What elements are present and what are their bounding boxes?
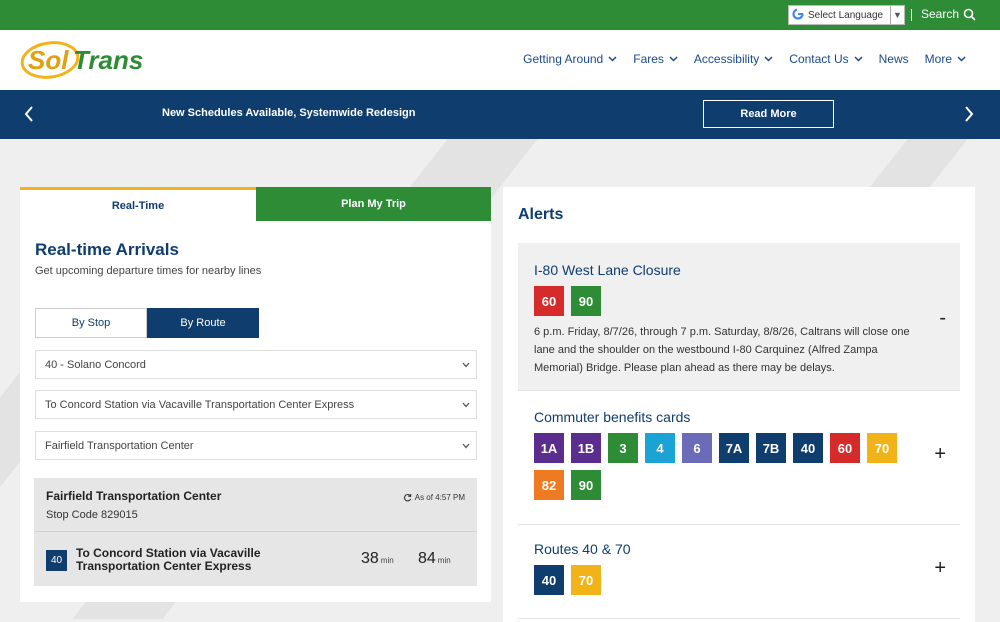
main-nav: Getting Around Fares Accessibility Conta… (523, 52, 966, 66)
search-icon (963, 8, 976, 21)
expand-toggle[interactable]: + (934, 557, 946, 580)
route-badge-1b[interactable]: 1B (571, 433, 601, 463)
route-badge-7b[interactable]: 7B (756, 433, 786, 463)
google-icon (789, 7, 807, 23)
language-select[interactable]: Select Language ▼ (788, 5, 905, 25)
route-destination: To Concord Station via Vacaville Transpo… (76, 546, 261, 573)
chevron-down-icon (957, 56, 966, 62)
tab-real-time[interactable]: Real-Time (20, 187, 256, 221)
chevron-down-icon (462, 443, 470, 449)
stop-name: Fairfield Transportation Center (46, 489, 222, 503)
alert-title[interactable]: I-80 West Lane Closure (534, 262, 681, 278)
section-subtitle: Get upcoming departure times for nearby … (35, 265, 262, 277)
announcement-banner: New Schedules Available, Systemwide Rede… (0, 90, 1000, 139)
route-badge-40[interactable]: 40 (534, 565, 564, 595)
chevron-right-icon[interactable] (962, 104, 976, 124)
chevron-down-icon (854, 56, 863, 62)
refresh-timestamp[interactable]: As of 4:57 PM (403, 493, 465, 502)
by-stop-button[interactable]: By Stop (35, 308, 147, 338)
nav-news[interactable]: News (879, 52, 909, 66)
chevron-down-icon (462, 362, 470, 368)
route-badge-70[interactable]: 70 (571, 565, 601, 595)
dropdown-arrow-icon: ▼ (890, 6, 904, 24)
alert-item[interactable]: Commuter benefits cards 1A 1B 3 4 6 7A 7B 40 60 7… (518, 391, 960, 525)
alert-item[interactable]: I-80 West Lane Closure 60 90 6 p.m. Frida… (518, 243, 960, 391)
route-badge-1a[interactable]: 1A (534, 433, 564, 463)
route-badge-40[interactable]: 40 (793, 433, 823, 463)
utility-bar: Select Language ▼ Search (0, 0, 1000, 30)
trip-planner-card: Real-Time Plan My Trip Real-time Arrival… (20, 187, 491, 602)
soltrans-logo[interactable]: Sol Trans (20, 38, 145, 82)
chevron-left-icon[interactable] (22, 104, 36, 124)
expand-toggle[interactable]: + (934, 443, 946, 466)
logo-sol: Sol (28, 45, 69, 75)
route-badge-6[interactable]: 6 (682, 433, 712, 463)
search-label: Search (921, 7, 960, 21)
alert-item[interactable]: Routes 40 & 70 40 70 + (518, 525, 960, 619)
logo-trans: Trans (73, 45, 143, 75)
nav-fares[interactable]: Fares (633, 52, 678, 66)
alerts-card: Alerts I-80 West Lane Closure 60 90 6 p.m… (503, 187, 975, 622)
arrival-results: Fairfield Transportation Center Stop Cod… (34, 478, 477, 586)
tab-plan-my-trip[interactable]: Plan My Trip (256, 187, 491, 221)
nav-more[interactable]: More (925, 52, 966, 66)
refresh-icon (403, 493, 412, 502)
site-header: Sol Trans Getting Around Fares Accessibi… (0, 30, 1000, 90)
route-badge-90[interactable]: 90 (571, 470, 601, 500)
language-label: Select Language (808, 9, 884, 21)
route-select[interactable]: 40 - Solano Concord (35, 350, 477, 379)
chevron-down-icon (462, 402, 470, 408)
route-badge-70[interactable]: 70 (867, 433, 897, 463)
divider (34, 531, 477, 532)
by-route-button[interactable]: By Route (147, 308, 259, 338)
direction-select[interactable]: To Concord Station via Vacaville Transpo… (35, 390, 477, 419)
search-button[interactable]: Search (921, 7, 976, 21)
route-badge-3[interactable]: 3 (608, 433, 638, 463)
route-badge-90[interactable]: 90 (571, 286, 601, 316)
alert-route-badges: 1A 1B 3 4 6 7A 7B 40 60 70 82 90 (534, 433, 904, 500)
collapse-toggle[interactable]: - (939, 307, 946, 330)
stop-select[interactable]: Fairfield Transportation Center (35, 431, 477, 460)
alert-description: 6 p.m. Friday, 8/7/26, through 7 p.m. Sa… (534, 326, 910, 374)
route-badge-60[interactable]: 60 (534, 286, 564, 316)
chevron-down-icon (669, 56, 678, 62)
nav-getting-around[interactable]: Getting Around (523, 52, 617, 66)
nav-contact-us[interactable]: Contact Us (789, 52, 863, 66)
lookup-mode-toggle: By Stop By Route (35, 308, 259, 338)
divider (911, 9, 912, 21)
alert-route-badges: 60 90 (534, 286, 904, 316)
alert-route-badges: 40 70 (534, 565, 904, 595)
eta-second: 84 min (418, 550, 451, 567)
section-title: Real-time Arrivals (35, 240, 179, 259)
alert-title[interactable]: Commuter benefits cards (534, 409, 690, 425)
nav-accessibility[interactable]: Accessibility (694, 52, 773, 66)
alerts-title: Alerts (518, 206, 564, 223)
read-more-button[interactable]: Read More (703, 100, 834, 128)
route-badge-60[interactable]: 60 (830, 433, 860, 463)
route-badge-7a[interactable]: 7A (719, 433, 749, 463)
route-badge-4[interactable]: 4 (645, 433, 675, 463)
eta-first: 38 min (361, 550, 394, 567)
planner-tabs: Real-Time Plan My Trip (20, 187, 491, 221)
chevron-down-icon (608, 56, 617, 62)
stop-code: Stop Code 829015 (46, 509, 138, 521)
banner-text: New Schedules Available, Systemwide Rede… (162, 107, 416, 119)
alert-title[interactable]: Routes 40 & 70 (534, 541, 631, 557)
route-badge-82[interactable]: 82 (534, 470, 564, 500)
route-badge: 40 (46, 550, 67, 571)
chevron-down-icon (764, 56, 773, 62)
